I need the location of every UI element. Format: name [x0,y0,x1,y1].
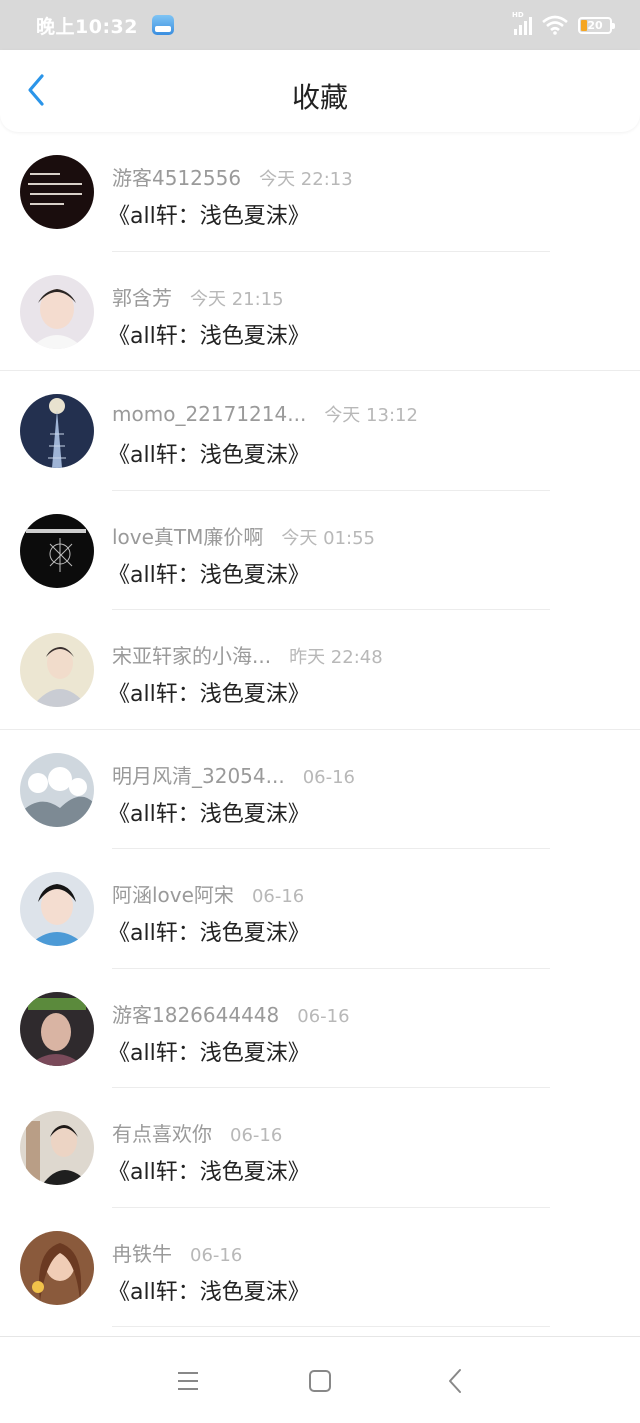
battery-icon: 20 [578,16,615,34]
item-meta: 冉铁牛 06-16 [112,1238,242,1267]
username[interactable]: 游客1826644448 [112,999,279,1028]
menu-button[interactable] [174,1367,202,1395]
avatar[interactable] [20,1111,94,1185]
item-meta: love真TM廉价啊 今天 01:55 [112,521,375,550]
item-title[interactable]: 《all轩：浅色夏沫》 [108,796,310,828]
timestamp: 06-16 [251,886,305,907]
header: 收藏 [0,50,640,132]
menu-icon [178,1372,198,1390]
favorites-list: 游客4512556 今天 22:13 《all轩：浅色夏沫》 郭含芳 今天 21:15 《… [0,132,640,1327]
list-item[interactable]: love真TM廉价啊 今天 01:55 《all轩：浅色夏沫》 [0,491,640,610]
page-title: 收藏 [291,81,348,114]
item-meta: momo_22171214... 今天 13:12 [112,401,418,427]
list-item[interactable]: 游客1826644448 06-16 《all轩：浅色夏沫》 [0,969,640,1088]
status-right: HD 20 [512,11,615,35]
avatar[interactable] [20,752,94,827]
status-left: 晚上10:32 [36,12,174,39]
avatar[interactable] [20,274,94,349]
avatar[interactable] [20,513,94,588]
status-time: 晚上10:32 [36,15,138,38]
list-item[interactable]: 明月风清_32054... 06-16 《all轩：浅色夏沫》 [0,730,640,849]
timestamp: 今天 21:15 [190,288,284,310]
avatar[interactable] [20,991,94,1066]
timestamp: 06-16 [230,1125,283,1146]
avatar[interactable] [20,1230,94,1305]
status-bar: 晚上10:32 HD 20 [0,0,640,50]
username[interactable]: 宋亚轩家的小海... [112,640,271,669]
list-item[interactable]: 有点喜欢你 06-16 《all轩：浅色夏沫》 [0,1088,640,1208]
home-square-icon [309,1370,331,1392]
back-triangle-icon [449,1369,461,1393]
item-title[interactable]: 《all轩：浅色夏沫》 [108,1035,310,1067]
list-item[interactable]: 宋亚轩家的小海... 昨天 22:48 《all轩：浅色夏沫》 [0,610,640,730]
item-meta: 游客1826644448 06-16 [112,999,350,1028]
signal-hd-label: HD [512,11,524,19]
item-meta: 游客4512556 今天 22:13 [112,162,353,191]
cell-signal-icon: HD [512,11,532,35]
battery-level: 20 [587,18,603,32]
username[interactable]: 郭含芳 [112,282,172,311]
username[interactable]: 阿涵love阿宋 [112,879,234,908]
item-title[interactable]: 《all轩：浅色夏沫》 [108,198,310,230]
item-title[interactable]: 《all轩：浅色夏沫》 [108,437,310,469]
notification-app-icon [151,15,174,35]
wifi-icon [542,15,568,35]
list-item[interactable]: momo_22171214... 今天 13:12 《all轩：浅色夏沫》 [0,371,640,491]
system-back-button[interactable] [441,1367,469,1395]
timestamp: 06-16 [302,766,356,788]
system-nav-bar [0,1336,640,1423]
avatar[interactable] [20,872,94,946]
username[interactable]: 游客4512556 [112,162,241,191]
item-title[interactable]: 《all轩：浅色夏沫》 [108,1154,310,1186]
avatar[interactable] [20,633,94,707]
item-meta: 郭含芳 今天 21:15 [112,282,284,311]
timestamp: 昨天 22:48 [289,647,383,668]
list-item[interactable]: 游客4512556 今天 22:13 《all轩：浅色夏沫》 [0,132,640,252]
username[interactable]: love真TM廉价啊 [112,521,263,550]
item-meta: 阿涵love阿宋 06-16 [112,879,304,908]
list-item[interactable]: 郭含芳 今天 21:15 《all轩：浅色夏沫》 [0,252,640,371]
item-meta: 明月风清_32054... 06-16 [112,760,355,789]
timestamp: 今天 22:13 [259,169,353,190]
avatar[interactable] [20,155,94,229]
item-title[interactable]: 《all轩：浅色夏沫》 [108,915,310,947]
list-item[interactable]: 阿涵love阿宋 06-16 《all轩：浅色夏沫》 [0,849,640,969]
list-item[interactable]: 冉铁牛 06-16 《all轩：浅色夏沫》 [0,1208,640,1327]
item-title[interactable]: 《all轩：浅色夏沫》 [108,318,310,350]
item-title[interactable]: 《all轩：浅色夏沫》 [108,676,310,708]
item-meta: 有点喜欢你 06-16 [112,1118,282,1147]
item-title[interactable]: 《all轩：浅色夏沫》 [108,1274,310,1306]
timestamp: 今天 01:55 [281,527,376,549]
timestamp: 今天 13:12 [324,405,418,426]
timestamp: 06-16 [190,1244,243,1266]
username[interactable]: 有点喜欢你 [112,1118,212,1147]
item-meta: 宋亚轩家的小海... 昨天 22:48 [112,640,383,669]
username[interactable]: 明月风清_32054... [112,760,285,789]
username[interactable]: momo_22171214... [112,402,306,426]
username[interactable]: 冉铁牛 [112,1238,172,1267]
home-button[interactable] [306,1367,334,1395]
divider [112,1326,550,1327]
avatar[interactable] [20,394,94,468]
timestamp: 06-16 [297,1005,350,1027]
item-title[interactable]: 《all轩：浅色夏沫》 [108,557,310,589]
